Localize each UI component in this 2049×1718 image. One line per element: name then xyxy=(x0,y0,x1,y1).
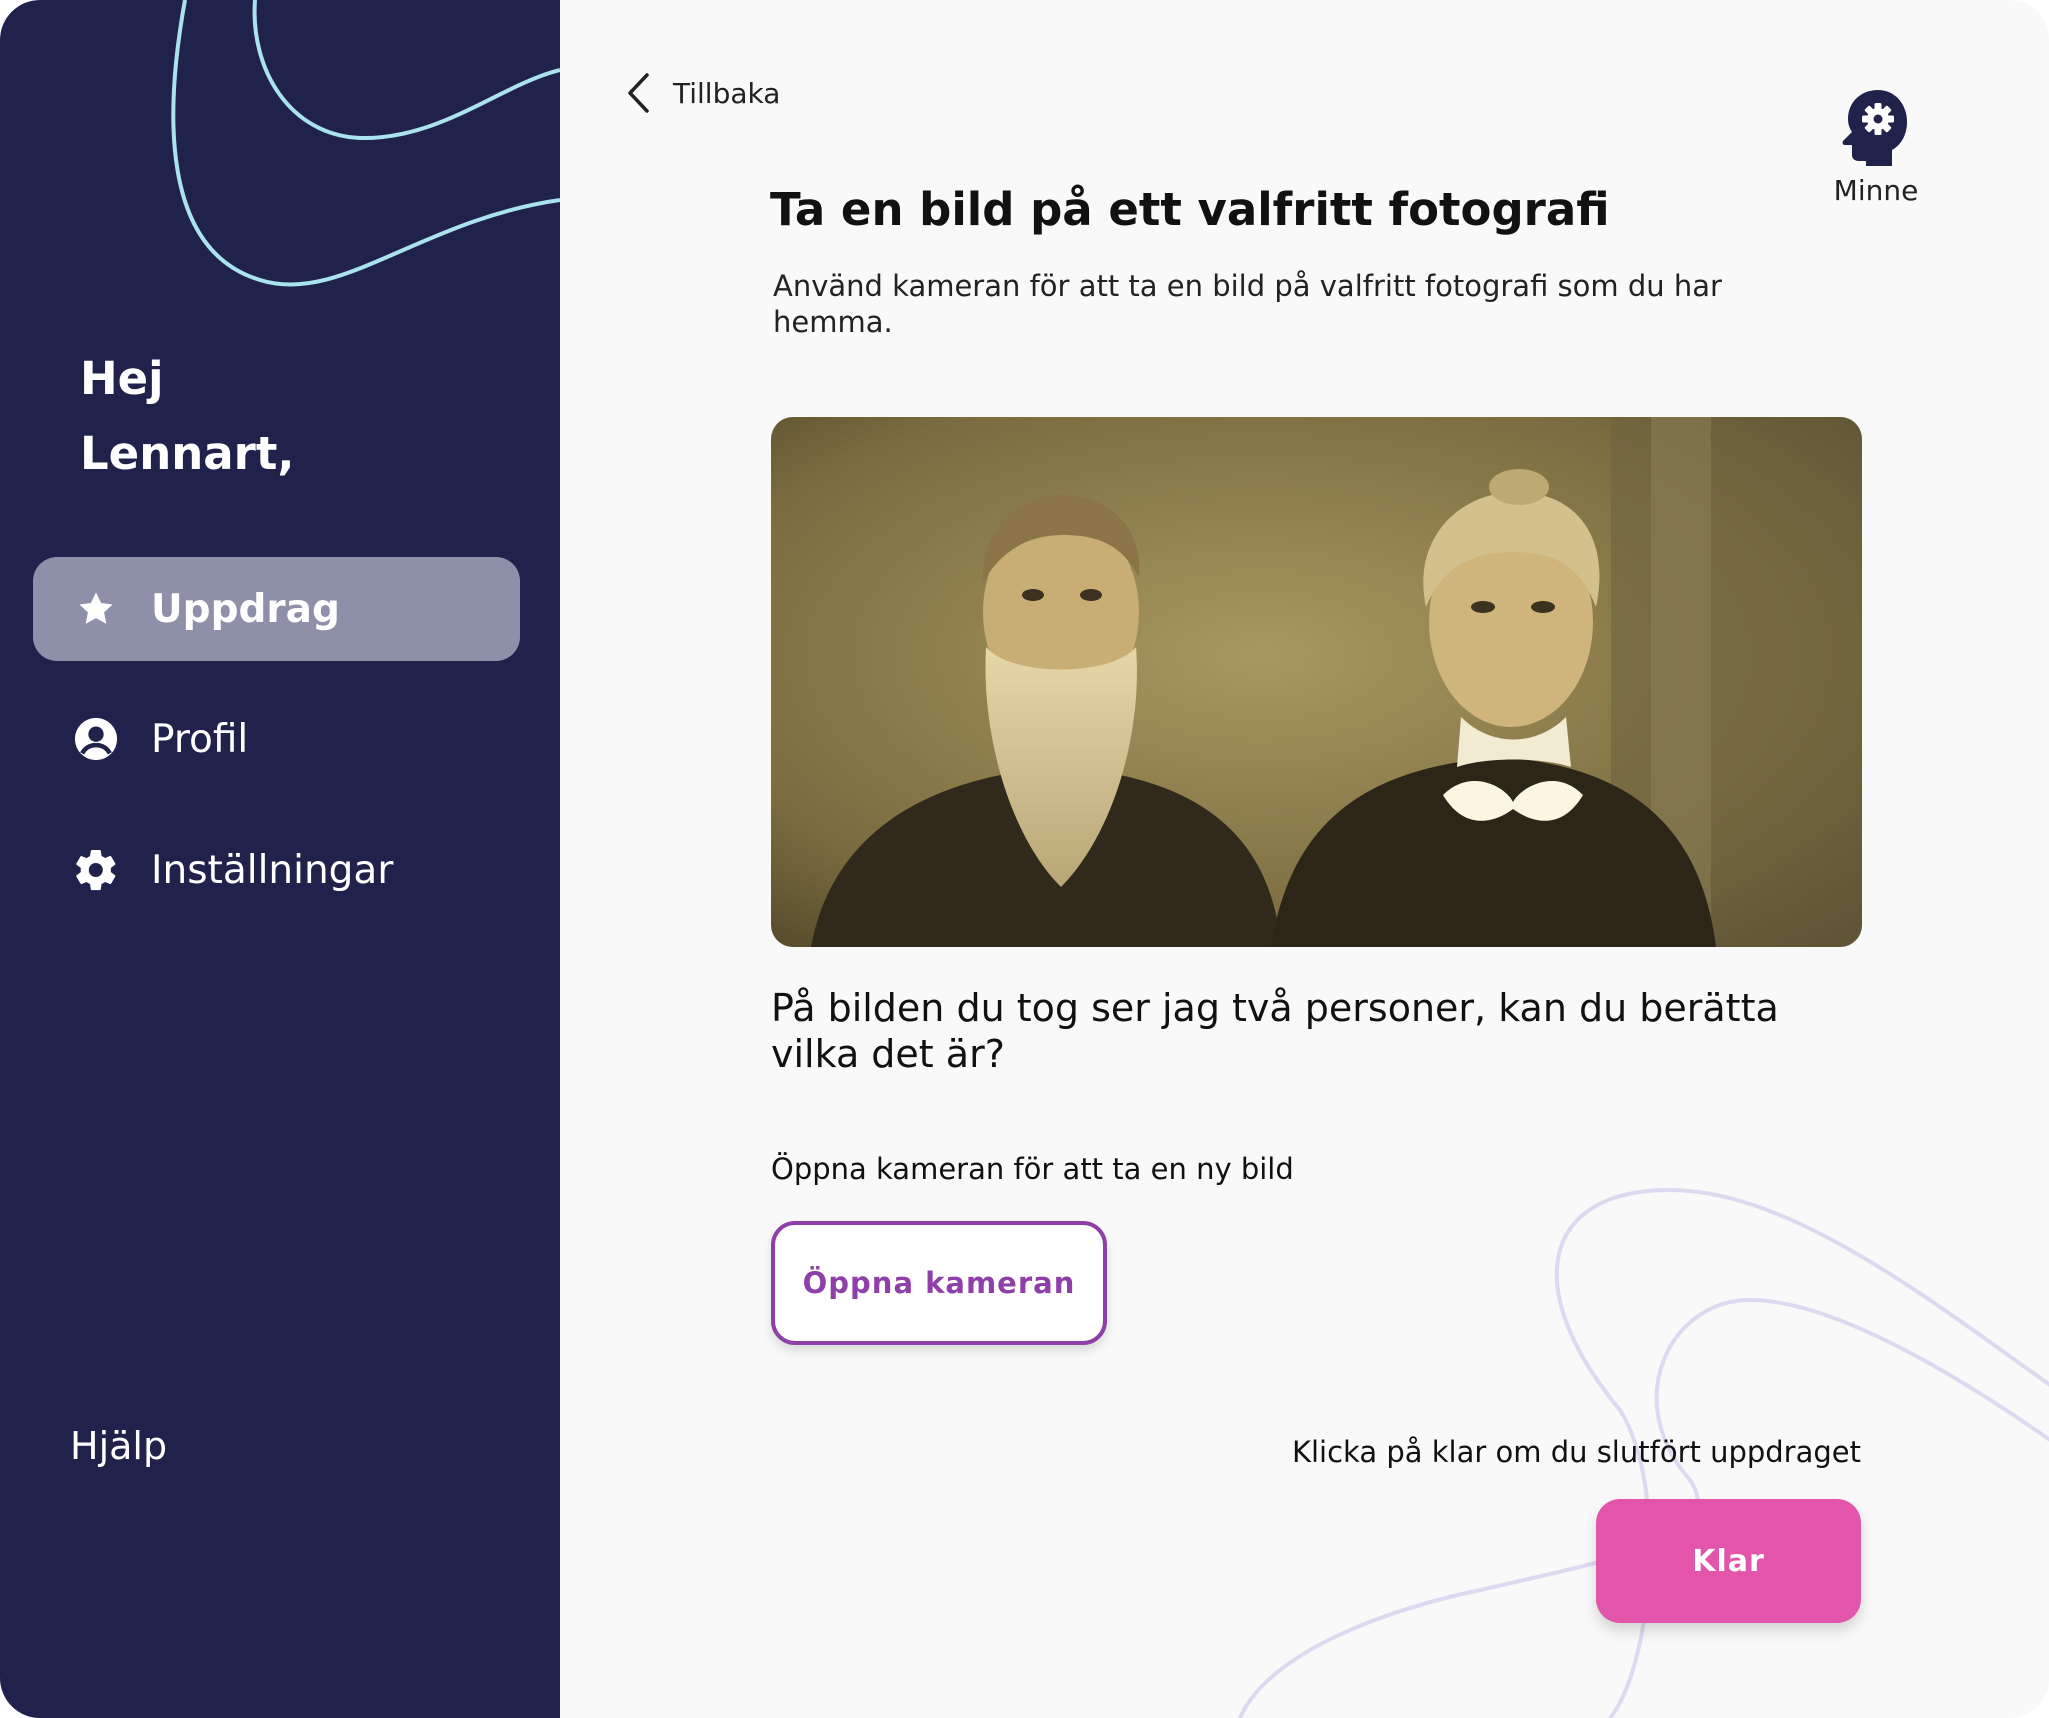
uploaded-photo xyxy=(771,417,1862,947)
gear-icon xyxy=(71,845,121,895)
camera-hint: Öppna kameran för att ta en ny bild xyxy=(771,1152,1294,1186)
memory-button[interactable]: Minne xyxy=(1820,88,1932,207)
done-button[interactable]: Klar xyxy=(1596,1499,1861,1623)
user-circle-icon xyxy=(71,714,121,764)
memory-label: Minne xyxy=(1833,174,1919,207)
sidebar-item-label: Inställningar xyxy=(151,847,394,893)
sidebar: Hej Lennart, Uppdrag Profil Inställninga… xyxy=(0,0,560,1718)
sidebar-item-profil[interactable]: Profil xyxy=(33,687,520,791)
main-decoration xyxy=(1238,1187,2049,1718)
head-gear-icon xyxy=(1842,90,1907,166)
greeting-line-2: Lennart, xyxy=(80,427,295,480)
sidebar-item-uppdrag[interactable]: Uppdrag xyxy=(33,557,520,661)
star-icon xyxy=(71,584,121,634)
open-camera-button[interactable]: Öppna kameran xyxy=(771,1221,1107,1345)
help-link[interactable]: Hjälp xyxy=(70,1424,167,1468)
question-text: På bilden du tog ser jag två personer, k… xyxy=(771,986,1779,1076)
chevron-left-icon xyxy=(625,70,655,116)
back-link[interactable]: Tillbaka xyxy=(625,70,780,116)
page-title: Ta en bild på ett valfritt fotografi xyxy=(770,183,1610,236)
greeting-line-1: Hej xyxy=(80,352,164,405)
back-label: Tillbaka xyxy=(673,76,781,110)
done-hint: Klicka på klar om du slutfört uppdraget xyxy=(1291,1435,1861,1469)
app-window: Hej Lennart, Uppdrag Profil Inställninga… xyxy=(0,0,2049,1718)
sidebar-item-installningar[interactable]: Inställningar xyxy=(33,818,520,922)
page-description: Använd kameran för att ta en bild på val… xyxy=(773,269,1722,339)
sidebar-item-label: Profil xyxy=(151,716,249,762)
sidebar-item-label: Uppdrag xyxy=(151,586,340,632)
sidebar-decoration xyxy=(171,0,560,287)
